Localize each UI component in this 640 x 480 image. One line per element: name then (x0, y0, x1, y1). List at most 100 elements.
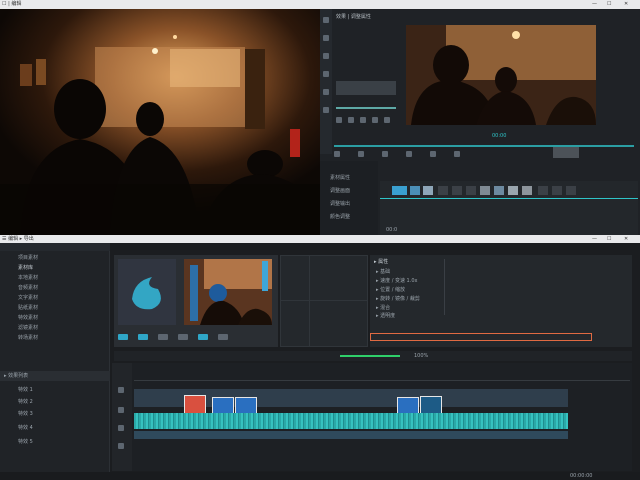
property-row[interactable]: 调整输出 (330, 201, 350, 207)
clip-thumb[interactable] (466, 186, 476, 195)
tool-icon[interactable] (323, 89, 329, 95)
property-line[interactable]: ▸ 速度 / 变速 1.0x (376, 278, 417, 284)
media-item[interactable]: 素材库 (18, 265, 33, 271)
wave-icon (132, 277, 161, 310)
asset-card-photo[interactable] (184, 259, 272, 325)
grid-divider (281, 300, 367, 301)
effect-item[interactable]: 特效 4 (18, 425, 33, 431)
strip-line (380, 198, 638, 199)
clip-thumb[interactable] (392, 186, 407, 195)
media-item[interactable]: 滤镜素材 (18, 325, 38, 331)
action-icon[interactable] (158, 334, 168, 340)
track-icon[interactable] (118, 387, 124, 393)
asset-actions (118, 331, 274, 343)
media-item[interactable]: 音频素材 (18, 285, 38, 291)
effect-item[interactable]: 特效 2 (18, 399, 33, 405)
status-text: 00:00:00 (570, 473, 593, 479)
control-icon[interactable] (372, 117, 378, 123)
top-window-title: ☐ | 编辑 (2, 1, 22, 7)
clip-thumb[interactable] (480, 186, 490, 195)
clip-thumb[interactable] (438, 186, 448, 195)
effects-header: ▸ 效果列表 (0, 371, 110, 381)
zoom-label[interactable]: 100% (414, 353, 428, 359)
close-button[interactable]: ✕ (624, 236, 628, 242)
action-icon[interactable] (118, 334, 128, 340)
highlighted-row[interactable] (370, 333, 592, 341)
clip-strip: 00:0 (380, 181, 638, 235)
skip-forward-icon[interactable] (406, 150, 412, 157)
bottom-title-bar: ☰ 编辑 ▸ 导出 — ☐ ✕ (0, 235, 640, 243)
track-icon[interactable] (118, 407, 124, 413)
close-button[interactable]: ✕ (624, 1, 628, 7)
property-line[interactable]: ▸ 旋转 / 镜像 / 裁剪 (376, 296, 420, 302)
clip-thumb[interactable] (538, 186, 548, 195)
clip-thumb[interactable] (452, 186, 462, 195)
media-item[interactable]: 特效素材 (18, 315, 38, 321)
property-line[interactable]: ▸ 透明度 (376, 313, 395, 319)
secondary-preview-image (406, 25, 596, 125)
top-editor-window: ☐ | 编辑 — ☐ ✕ 效果 | 调整属性 00:00 素材属性 调整画面 调… (0, 0, 640, 235)
minimize-button[interactable]: — (592, 1, 597, 7)
clip-thumb[interactable] (522, 186, 532, 195)
effect-item[interactable]: 特效 3 (18, 411, 33, 417)
tool-icon[interactable] (323, 71, 329, 77)
clip-thumb[interactable] (552, 186, 562, 195)
control-icon[interactable] (384, 117, 390, 123)
green-indicator (340, 355, 400, 357)
media-item[interactable]: 转场素材 (18, 335, 38, 341)
mini-controls (336, 117, 396, 123)
property-line[interactable]: ▸ 位置 / 缩放 (376, 287, 405, 293)
play-icon[interactable] (358, 150, 364, 157)
marker-icon[interactable] (454, 150, 460, 157)
action-icon[interactable] (218, 334, 228, 340)
playhead-track[interactable] (334, 145, 634, 147)
media-item[interactable]: 文字素材 (18, 295, 38, 301)
property-line[interactable]: ▸ 混合 (376, 305, 390, 311)
media-item[interactable]: 贴纸素材 (18, 305, 38, 311)
tool-icon[interactable] (323, 107, 329, 113)
property-list: 素材属性 调整画面 调整输出 颜色调整 (320, 161, 378, 235)
control-icon[interactable] (360, 117, 366, 123)
property-row[interactable]: 调整画面 (330, 188, 350, 194)
property-row[interactable]: 素材属性 (330, 175, 350, 181)
waveform-box (336, 81, 396, 95)
property-row[interactable]: 颜色调整 (330, 214, 350, 220)
control-icon[interactable] (336, 117, 342, 123)
clip-thumb[interactable] (423, 186, 433, 195)
clip-thumb[interactable] (410, 186, 420, 195)
media-item[interactable]: 本地素材 (18, 275, 38, 281)
tool-icon[interactable] (323, 35, 329, 41)
minimize-button[interactable]: — (592, 236, 597, 242)
skip-back-icon[interactable] (334, 150, 340, 157)
concert-image (184, 259, 272, 325)
bottom-window-title: ☰ 编辑 ▸ 导出 (2, 236, 34, 242)
audio-track-2 (134, 431, 568, 439)
transport-controls (334, 149, 634, 158)
effect-item[interactable]: 特效 1 (18, 387, 33, 393)
track-icon[interactable] (118, 443, 124, 449)
clip-thumb[interactable] (494, 186, 504, 195)
clip-thumb[interactable] (566, 186, 576, 195)
action-icon[interactable] (138, 334, 148, 340)
media-item[interactable]: 项目素材 (18, 255, 38, 261)
asset-preview-area (114, 255, 278, 347)
preview-timecode: 00:00 (492, 133, 507, 139)
asset-card[interactable] (118, 259, 176, 325)
audio-waveform[interactable] (134, 413, 568, 429)
volume-slider[interactable] (553, 147, 579, 158)
stop-icon[interactable] (382, 150, 388, 157)
clip-thumb[interactable] (508, 186, 518, 195)
time-ruler[interactable] (134, 375, 630, 381)
tool-icon[interactable] (323, 17, 329, 23)
maximize-button[interactable]: ☐ (607, 236, 611, 242)
control-icon[interactable] (348, 117, 354, 123)
tool-icon[interactable] (323, 53, 329, 59)
action-icon[interactable] (198, 334, 208, 340)
main-preview-frame (0, 9, 320, 235)
action-icon[interactable] (178, 334, 188, 340)
loop-icon[interactable] (430, 150, 436, 157)
track-icon[interactable] (118, 425, 124, 431)
property-line[interactable]: ▸ 基础 (376, 269, 390, 275)
maximize-button[interactable]: ☐ (607, 1, 611, 7)
effect-item[interactable]: 特效 5 (18, 439, 33, 445)
